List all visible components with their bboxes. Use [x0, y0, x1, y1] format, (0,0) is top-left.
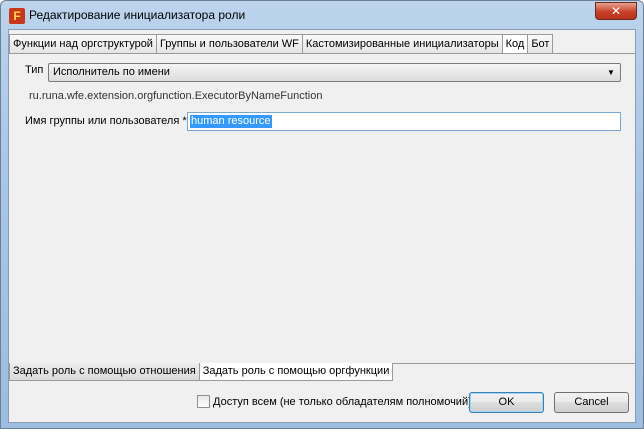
tab-code[interactable]: Код [501, 34, 529, 54]
tab-bot[interactable]: Бот [527, 34, 554, 53]
top-tab-bar: Функции над оргструктурой Группы и польз… [9, 34, 554, 54]
cancel-button[interactable]: Cancel [554, 392, 629, 413]
access-all-label[interactable]: Доступ всем (не только обладателям полно… [213, 396, 472, 408]
tab-org-functions[interactable]: Функции над оргструктурой [9, 34, 157, 53]
type-select[interactable]: Исполнитель по имени ▼ [48, 63, 621, 82]
access-all-checkbox[interactable] [197, 395, 210, 408]
group-or-user-value: human resource [190, 115, 272, 128]
type-select-value: Исполнитель по имени [53, 66, 170, 78]
tab-role-by-relation[interactable]: Задать роль с помощью отношения [9, 363, 200, 381]
group-or-user-label: Имя группы или пользователя *: [25, 115, 190, 127]
window-title: Редактирование инициализатора роли [29, 8, 246, 22]
function-class-name: ru.runa.wfe.extension.orgfunction.Execut… [29, 90, 323, 102]
tab-wf-groups-users[interactable]: Группы и пользователи WF [155, 34, 303, 53]
dialog-window: F Редактирование инициализатора роли ✕ Ф… [0, 0, 644, 429]
title-bar[interactable]: F Редактирование инициализатора роли ✕ [1, 1, 643, 29]
group-or-user-input[interactable]: human resource [187, 112, 621, 131]
dialog-body: Функции над оргструктурой Группы и польз… [8, 29, 636, 423]
ok-button[interactable]: OK [469, 392, 544, 413]
app-logo-icon: F [9, 8, 25, 24]
access-all-option[interactable]: Доступ всем (не только обладателям полно… [197, 395, 472, 408]
code-tab-panel: Тип Исполнитель по имени ▼ ru.runa.wfe.e… [9, 53, 635, 367]
tab-custom-initializers[interactable]: Кастомизированные инициализаторы [301, 34, 503, 53]
type-label: Тип [25, 64, 44, 76]
chevron-down-icon: ▼ [607, 68, 615, 77]
close-button[interactable]: ✕ [595, 2, 637, 20]
bottom-tab-bar: Задать роль с помощью отношения Задать р… [9, 363, 394, 383]
tab-role-by-orgfunction[interactable]: Задать роль с помощью оргфункции [198, 363, 394, 381]
